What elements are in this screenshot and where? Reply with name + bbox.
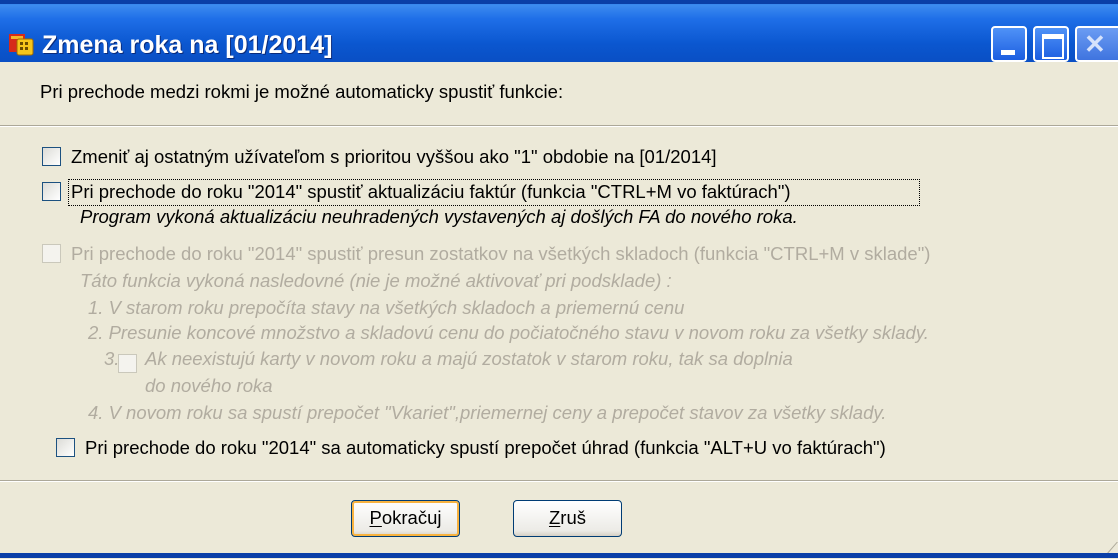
title-bar[interactable]: Zmena roka na [01/2014] ✕ (0, 0, 1118, 62)
option3-step4: 4. V novom roku sa spustí prepočet "Vkar… (88, 402, 887, 423)
title-bar-top-edge (0, 0, 1118, 4)
cancel-hotkey: Z (548, 507, 561, 528)
option3-label[interactable]: Pri prechode do roku "2014" spustiť pres… (71, 243, 930, 265)
window-bottom-edge (0, 553, 1118, 558)
window-title: Zmena roka na [01/2014] (42, 31, 333, 59)
cancel-label: ruš (560, 507, 586, 528)
close-button[interactable]: ✕ (1075, 26, 1118, 62)
option1-label[interactable]: Zmeniť aj ostatným užívateľom s priorito… (71, 146, 717, 168)
maximize-button[interactable] (1033, 26, 1069, 62)
cancel-button[interactable]: Zruš (513, 500, 622, 537)
option3-step3-label-cont: do nového roka (145, 375, 273, 396)
dialog-body: Pri prechode medzi rokmi je možné automa… (0, 62, 1118, 558)
option3-step3-checkbox[interactable] (118, 354, 137, 373)
option3-step1: 1. V starom roku prepočíta stavy na všet… (88, 297, 685, 318)
option1-checkbox[interactable] (42, 147, 61, 166)
option3-checkbox[interactable] (42, 244, 61, 263)
close-icon: ✕ (1084, 29, 1106, 59)
bottom-separator (0, 480, 1118, 482)
option4-checkbox[interactable] (56, 438, 75, 457)
app-icon (9, 34, 34, 56)
option3-description: Táto funkcia vykoná nasledovné (nie je m… (80, 270, 672, 291)
top-separator (0, 125, 1118, 127)
maximize-icon (1042, 34, 1064, 59)
option2-checkbox[interactable] (42, 182, 61, 201)
minimize-icon (1001, 50, 1015, 55)
option2-label[interactable]: Pri prechode do roku "2014" spustiť aktu… (71, 181, 791, 203)
option2-note: Program vykoná aktualizáciu neuhradených… (80, 206, 798, 227)
minimize-button[interactable] (991, 26, 1027, 62)
option3-step3-label[interactable]: Ak neexistujú karty v novom roku a majú … (145, 348, 793, 370)
continue-button[interactable]: Pokračuj (351, 500, 460, 537)
option4-label[interactable]: Pri prechode do roku "2014" sa automatic… (85, 437, 886, 459)
continue-hotkey: P (369, 507, 382, 528)
intro-text: Pri prechode medzi rokmi je možné automa… (40, 81, 564, 102)
continue-label: okračuj (381, 507, 442, 528)
option3-step2: 2. Presunie koncové množstvo a skladovú … (88, 322, 929, 343)
